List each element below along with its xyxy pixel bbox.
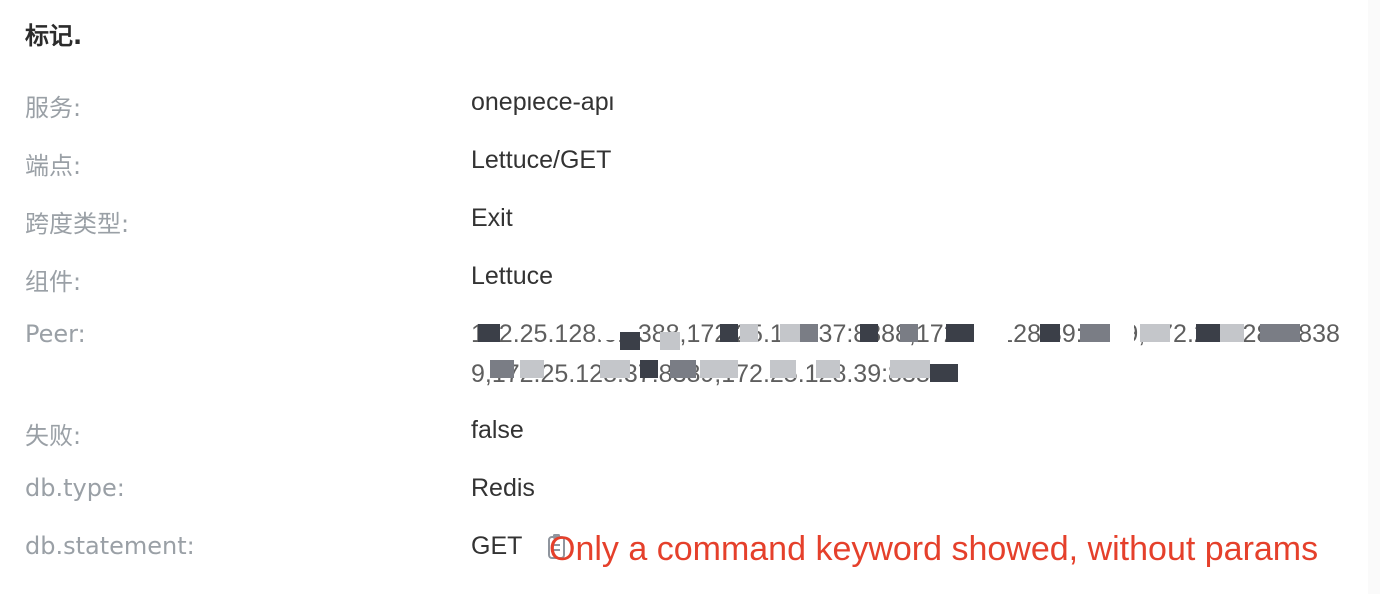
tag-label: Peer:: [25, 320, 86, 348]
tag-value: Redis: [471, 474, 535, 502]
tag-label: db.type:: [25, 474, 125, 502]
tag-label: 跨度类型:: [25, 210, 130, 238]
annotation-note: Only a command keyword showed, without p…: [549, 530, 1319, 568]
tag-value: GET: [471, 532, 523, 560]
tag-label: db.statement:: [25, 532, 195, 560]
tag-value: 172.25.128.6:8388,172.25.128.37:8388,172…: [471, 320, 1340, 388]
tag-value: Lettuce/GET: [471, 146, 612, 174]
tag-row-peer: Peer: 172.25.128.6:8388,172.25.128.37:83…: [0, 320, 1370, 410]
tag-value: Lettuce: [471, 262, 554, 290]
tag-label: 失败:: [25, 422, 82, 450]
tag-label: 端点:: [25, 152, 82, 180]
tag-label: 服务:: [25, 94, 82, 122]
tag-value: Exit: [471, 204, 513, 232]
scrollbar-track[interactable]: [1368, 0, 1380, 594]
tag-value: false: [471, 416, 524, 444]
tag-label: 组件:: [25, 268, 82, 296]
section-title: 标记.: [25, 22, 83, 50]
clipped-edge: [471, 86, 651, 95]
span-detail-panel: 标记. 服务: onepiece-api 端点: Lettuce/GET 跨度类…: [0, 0, 1380, 594]
